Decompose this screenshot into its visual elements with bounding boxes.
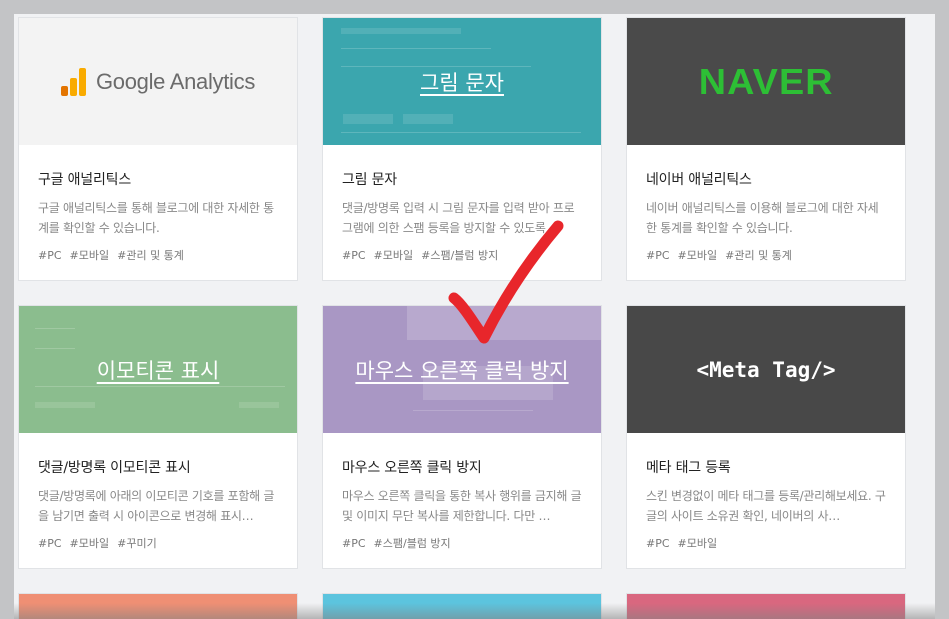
plugin-card-captcha[interactable]: 그림 문자 그림 문자 댓글/방명록 입력 시 그림 문자를 입력 받아 프로그… [322, 17, 602, 281]
tag[interactable]: #PC [342, 249, 366, 262]
tag[interactable]: #모바일 [70, 537, 110, 550]
card-tags: #PC #모바일 #스팸/블럼 방지 [342, 247, 585, 263]
card-description: 스킨 변경없이 메타 태그를 등록/관리해보세요. 구글의 사이트 소유권 확인… [646, 489, 886, 523]
tag[interactable]: #PC [646, 249, 670, 262]
tag[interactable]: #관리 및 통계 [117, 249, 184, 262]
plugin-card-naver-analytics[interactable]: NAVER 네이버 애널리틱스 네이버 애널리틱스를 이용해 블로그에 대한 자… [626, 17, 906, 281]
plugin-card-emoticon[interactable]: 이모티콘 표시 댓글/방명록 이모티콘 표시 댓글/방명록에 아래의 이모티콘 … [18, 305, 298, 569]
tag[interactable]: #스팸/블럼 방지 [421, 249, 498, 262]
card-thumbnail: Google Analytics [19, 18, 297, 145]
meta-tag-logo: <Meta Tag/> [696, 357, 836, 382]
card-tags: #PC #모바일 #관리 및 통계 [646, 247, 889, 263]
card-title: 그림 문자 [342, 172, 397, 188]
plugin-card-google-analytics[interactable]: Google Analytics 구글 애널리틱스 구글 애널리틱스를 통해 블… [18, 17, 298, 281]
card-title: 네이버 애널리틱스 [646, 172, 752, 188]
tag[interactable]: #모바일 [678, 537, 718, 550]
card-thumbnail: 이모티콘 표시 [19, 306, 297, 433]
card-title: 마우스 오른쪽 클릭 방지 [342, 460, 482, 476]
plugin-grid: Google Analytics 구글 애널리틱스 구글 애널리틱스를 통해 블… [14, 14, 935, 619]
naver-logo: NAVER [698, 60, 834, 102]
card-tags: #PC #모바일 [646, 535, 889, 551]
card-tags: #PC #모바일 #관리 및 통계 [38, 247, 281, 263]
tag[interactable]: #PC [38, 249, 62, 262]
tag[interactable]: #PC [38, 537, 62, 550]
tag[interactable]: #관리 및 통계 [725, 249, 792, 262]
plugin-card-right-click-block[interactable]: 마우스 오른쪽 클릭 방지 마우스 오른쪽 클릭 방지 마우스 오른쪽 클릭을 … [322, 305, 602, 569]
card-thumbnail: 마우스 오른쪽 클릭 방지 [323, 306, 601, 433]
google-analytics-logo: Google Analytics [60, 67, 255, 96]
card-description: 네이버 애널리틱스를 이용해 블로그에 대한 자세한 통계를 확인할 수 있습니… [646, 201, 879, 235]
tag[interactable]: #모바일 [678, 249, 718, 262]
tag[interactable]: #PC [646, 537, 670, 550]
thumbnail-caption: 이모티콘 표시 [96, 358, 220, 383]
card-thumbnail: 그림 문자 [323, 18, 601, 145]
scroll-shadow [14, 603, 935, 619]
tag[interactable]: #스팸/블럼 방지 [374, 537, 451, 550]
card-tags: #PC #스팸/블럼 방지 [342, 535, 585, 551]
card-title: 메타 태그 등록 [646, 460, 731, 476]
tag[interactable]: #모바일 [70, 249, 110, 262]
card-thumbnail: <Meta Tag/> [627, 306, 905, 433]
card-tags: #PC #모바일 #꾸미기 [38, 535, 281, 551]
card-description: 구글 애널리틱스를 통해 블로그에 대한 자세한 통계를 확인할 수 있습니다. [38, 201, 274, 235]
card-title: 구글 애널리틱스 [38, 172, 132, 188]
tag[interactable]: #모바일 [374, 249, 414, 262]
plugin-card-meta-tag[interactable]: <Meta Tag/> 메타 태그 등록 스킨 변경없이 메타 태그를 등록/관… [626, 305, 906, 569]
thumbnail-caption: 마우스 오른쪽 클릭 방지 [355, 358, 569, 383]
card-description: 댓글/방명록 입력 시 그림 문자를 입력 받아 프로그램에 의한 스팸 등록을… [342, 201, 575, 235]
thumbnail-caption: 그림 문자 [420, 70, 504, 95]
tag[interactable]: #꾸미기 [117, 537, 157, 550]
analytics-bars-icon [60, 67, 86, 96]
card-description: 마우스 오른쪽 클릭을 통한 복사 행위를 금지해 글 및 이미지 무단 복사를… [342, 489, 582, 523]
card-description: 댓글/방명록에 아래의 이모티콘 기호를 포함해 글을 남기면 출력 시 아이콘… [38, 489, 275, 523]
card-title: 댓글/방명록 이모티콘 표시 [38, 460, 191, 476]
tag[interactable]: #PC [342, 537, 366, 550]
card-thumbnail: NAVER [627, 18, 905, 145]
